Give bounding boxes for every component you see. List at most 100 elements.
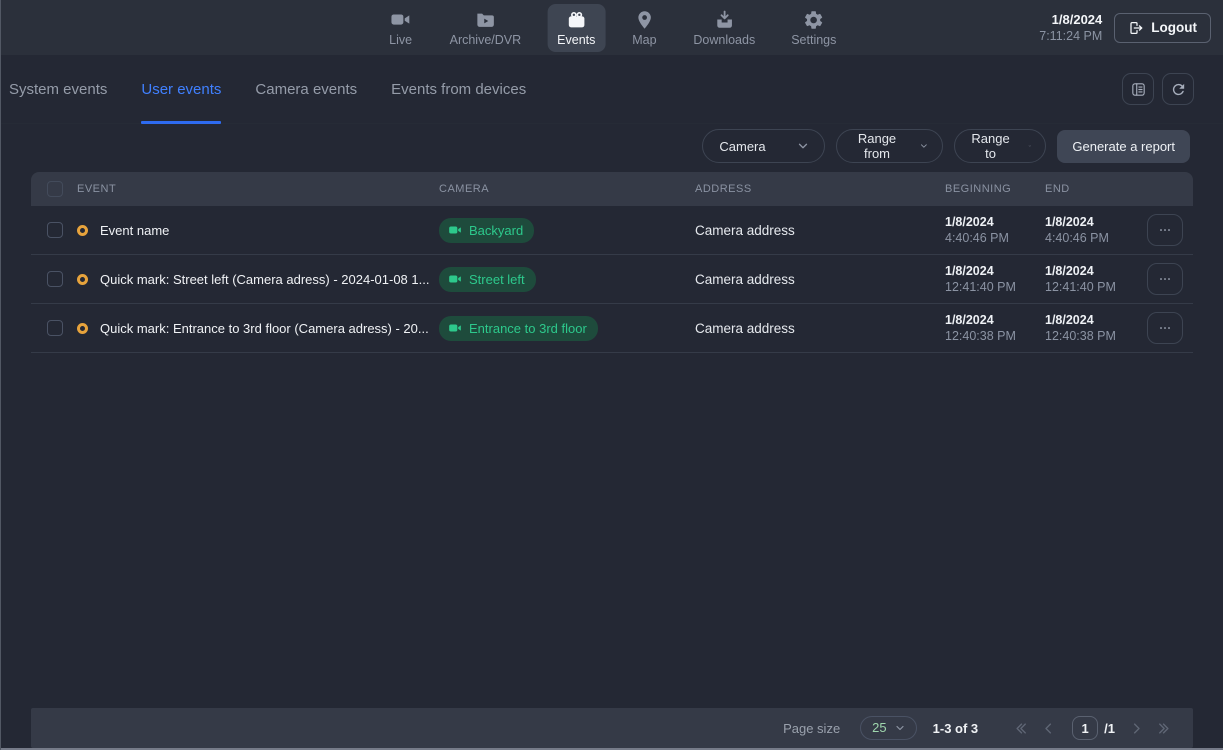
range-to-label: Range to: [971, 131, 1009, 161]
top-nav-bar: Live Archive/DVR Events: [1, 0, 1223, 55]
first-page-button[interactable]: [1008, 721, 1035, 736]
refresh-button[interactable]: [1162, 73, 1194, 105]
generate-report-button[interactable]: Generate a report: [1057, 130, 1190, 163]
event-cell: Quick mark: Street left (Camera adress) …: [77, 272, 439, 287]
nav-item-downloads[interactable]: Downloads: [683, 4, 765, 52]
nav-item-archive-dvr[interactable]: Archive/DVR: [440, 4, 532, 52]
report-view-button[interactable]: [1122, 73, 1154, 105]
event-name: Quick mark: Street left (Camera adress) …: [100, 272, 429, 287]
page-size-value: 25: [872, 720, 886, 735]
camera-cell: Backyard: [439, 218, 695, 243]
tab-camera-events[interactable]: Camera events: [255, 55, 357, 124]
ellipsis-icon: [1157, 320, 1173, 336]
address-cell: Camera address: [695, 272, 945, 287]
tab-label: User events: [141, 81, 221, 98]
tab-system-events[interactable]: System events: [9, 55, 107, 124]
end-time: 12:40:38 PM: [1045, 328, 1133, 344]
ellipsis-icon: [1157, 222, 1173, 238]
camera-filter-dropdown[interactable]: Camera: [702, 129, 825, 163]
tabsbar-actions: [1122, 73, 1194, 105]
archive-folder-icon: [474, 9, 496, 31]
table-row[interactable]: Event name Backyard Camera address 1/8/2…: [31, 206, 1193, 255]
chevron-down-icon: [1028, 139, 1032, 153]
range-to-dropdown[interactable]: Range to: [954, 129, 1046, 163]
beginning-cell: 1/8/2024 12:41:40 PM: [945, 263, 1045, 295]
beginning-time: 4:40:46 PM: [945, 230, 1045, 246]
event-ring-icon: [77, 225, 88, 236]
end-cell: 1/8/2024 12:40:38 PM: [1045, 312, 1133, 344]
event-ring-icon: [77, 323, 88, 334]
download-icon: [713, 9, 735, 31]
events-table: EVENT CAMERA ADDRESS BEGINNING END Event…: [31, 172, 1193, 353]
row-actions-button[interactable]: [1147, 312, 1183, 344]
tab-user-events[interactable]: User events: [141, 55, 221, 124]
nav-label-settings: Settings: [791, 33, 836, 47]
nav-label-map: Map: [632, 33, 656, 47]
event-name: Event name: [100, 223, 169, 238]
nav-label-events: Events: [557, 33, 595, 47]
page-size-dropdown[interactable]: 25: [860, 716, 916, 740]
camera-cell: Entrance to 3rd floor: [439, 316, 695, 341]
column-address: ADDRESS: [695, 183, 945, 195]
nav-item-events[interactable]: Events: [547, 4, 605, 52]
table-row[interactable]: Quick mark: Street left (Camera adress) …: [31, 255, 1193, 304]
nav-item-settings[interactable]: Settings: [781, 4, 846, 52]
row-actions-button[interactable]: [1147, 263, 1183, 295]
end-date: 1/8/2024: [1045, 312, 1133, 328]
chevrons-left-icon: [1014, 721, 1029, 736]
camera-tag-label: Street left: [469, 272, 525, 287]
nav-label-downloads: Downloads: [693, 33, 755, 47]
row-actions-button[interactable]: [1147, 214, 1183, 246]
total-pages-text: /1: [1104, 721, 1115, 736]
tab-events-from-devices[interactable]: Events from devices: [391, 55, 526, 124]
end-time: 12:41:40 PM: [1045, 279, 1133, 295]
filter-bar: Camera Range from Range to Generate a re…: [1, 124, 1223, 168]
next-page-button[interactable]: [1123, 721, 1150, 736]
pagination-bar: Page size 25 1-3 of 3 1 /1: [31, 708, 1193, 748]
camera-tag[interactable]: Street left: [439, 267, 536, 292]
chevron-down-icon: [796, 139, 810, 153]
current-time: 7:11:24 PM: [1039, 28, 1102, 44]
events-calendar-icon: [565, 9, 587, 31]
end-cell: 1/8/2024 4:40:46 PM: [1045, 214, 1133, 246]
select-all-checkbox[interactable]: [47, 181, 63, 197]
nav-item-map[interactable]: Map: [621, 4, 667, 52]
end-date: 1/8/2024: [1045, 214, 1133, 230]
video-camera-icon: [448, 272, 462, 286]
video-camera-icon: [448, 223, 462, 237]
address-cell: Camera address: [695, 321, 945, 336]
datetime-display: 1/8/2024 7:11:24 PM: [1039, 12, 1102, 44]
last-page-button[interactable]: [1150, 721, 1177, 736]
current-date: 1/8/2024: [1039, 12, 1102, 28]
chevron-right-icon: [1129, 721, 1144, 736]
beginning-date: 1/8/2024: [945, 263, 1045, 279]
camera-tag[interactable]: Backyard: [439, 218, 534, 243]
camera-tag[interactable]: Entrance to 3rd floor: [439, 316, 598, 341]
event-name: Quick mark: Entrance to 3rd floor (Camer…: [100, 321, 429, 336]
beginning-time: 12:40:38 PM: [945, 328, 1045, 344]
range-from-dropdown[interactable]: Range from: [836, 129, 943, 163]
row-checkbox[interactable]: [47, 222, 63, 238]
events-tabs-bar: System events User events Camera events …: [1, 55, 1223, 124]
logout-label: Logout: [1151, 20, 1197, 35]
row-checkbox[interactable]: [47, 271, 63, 287]
tab-label: Camera events: [255, 81, 357, 98]
chevron-down-icon: [919, 139, 929, 153]
nav-item-live[interactable]: Live: [378, 4, 424, 52]
table-header: EVENT CAMERA ADDRESS BEGINNING END: [31, 172, 1193, 206]
chevron-down-icon: [894, 722, 906, 734]
camera-tag-label: Backyard: [469, 223, 523, 238]
journal-icon: [1130, 81, 1147, 98]
current-page-input[interactable]: 1: [1072, 716, 1098, 740]
logout-icon: [1128, 20, 1144, 36]
range-from-label: Range from: [853, 131, 900, 161]
camera-filter-label: Camera: [719, 139, 765, 154]
main-nav: Live Archive/DVR Events: [378, 0, 847, 55]
tab-label: Events from devices: [391, 81, 526, 98]
column-event: EVENT: [77, 183, 439, 195]
table-row[interactable]: Quick mark: Entrance to 3rd floor (Camer…: [31, 304, 1193, 353]
logout-button[interactable]: Logout: [1114, 13, 1211, 43]
previous-page-button[interactable]: [1035, 721, 1062, 736]
row-checkbox[interactable]: [47, 320, 63, 336]
event-ring-icon: [77, 274, 88, 285]
